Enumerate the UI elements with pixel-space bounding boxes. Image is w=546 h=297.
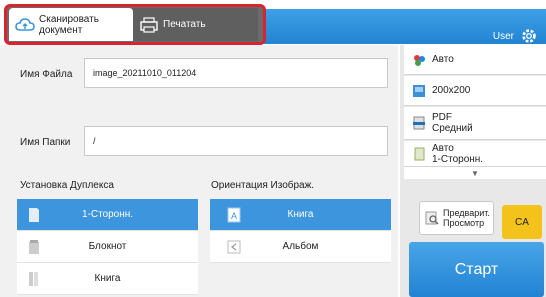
single-side-icon [29, 207, 39, 222]
preview-line2: Просмотр [443, 218, 485, 228]
color-mode-value: Авто [432, 54, 454, 65]
tab-print-label: Печатать [163, 19, 206, 30]
original-size-icon [414, 147, 425, 160]
svg-text:A: A [231, 211, 237, 221]
file-name-label: Имя Файла [20, 69, 73, 80]
chevron-down-icon: ▼ [471, 168, 479, 178]
color-mode-icon [414, 54, 425, 66]
more-settings-button[interactable]: ▼ [404, 167, 546, 179]
file-name-field[interactable]: image_20211010_011204 [84, 58, 388, 88]
duplex-option-one-sided[interactable]: 1-Сторонн. [17, 199, 198, 231]
preview-line1: Предварит. [443, 208, 490, 218]
orientation-option-portrait[interactable]: A Книга [210, 199, 391, 231]
landscape-a-icon [227, 240, 241, 253]
portrait-a-icon: A [227, 207, 241, 222]
color-mode-setting[interactable]: Авто [404, 45, 546, 75]
folder-name-field[interactable]: / [84, 126, 388, 156]
clear-all-button[interactable]: CA [502, 205, 542, 239]
magnifier-icon [425, 211, 439, 225]
original-size-value: Авто 1-Сторонн. [432, 143, 483, 165]
start-button[interactable]: Старт [409, 242, 544, 297]
tab-scan-document[interactable]: Сканировать документ [9, 8, 133, 41]
book-icon [29, 271, 38, 286]
file-settings-form: Имя Файла image_20211010_011204 Имя Папк… [0, 45, 398, 175]
tab-scan-line1: Сканировать [39, 13, 99, 25]
cloud-scan-icon [15, 15, 35, 35]
duplex-option-book[interactable]: Книга [17, 263, 198, 295]
header-strip: User [262, 9, 546, 44]
preview-label: Предварит. Просмотр [443, 208, 490, 228]
duplex-option-label: 1-Сторонн. [81, 209, 134, 220]
folder-name-label: Имя Папки [20, 137, 71, 148]
tablet-icon [29, 239, 39, 254]
duplex-option-tablet[interactable]: Блокнот [17, 231, 198, 263]
orientation-option-landscape[interactable]: Альбом [210, 231, 391, 263]
original-size-line2: 1-Сторонн. [432, 153, 484, 165]
tab-print[interactable]: Печатать [133, 8, 258, 41]
file-format-quality: Средний [432, 123, 473, 134]
file-format-icon [413, 116, 425, 130]
top-bar: User Сканировать документ Печатать [0, 0, 546, 45]
scan-options: Установка Дуплекса 1-Сторонн. Блокнот Кн… [0, 175, 398, 297]
file-format-type: PDF [432, 112, 452, 123]
original-size-setting[interactable]: Авто 1-Сторонн. [404, 141, 546, 167]
gear-icon[interactable] [520, 27, 538, 45]
duplex-option-label: Блокнот [88, 241, 127, 252]
file-format-value: PDF Средний [432, 112, 473, 134]
resolution-value: 200x200 [432, 85, 471, 96]
duplex-option-label: Книга [94, 273, 121, 284]
preview-button[interactable]: Предварит. Просмотр [419, 201, 494, 235]
original-size-line1: Авто [432, 142, 454, 154]
resolution-icon [413, 84, 425, 97]
duplex-title: Установка Дуплекса [20, 180, 114, 191]
resolution-setting[interactable]: 200x200 [404, 76, 546, 106]
file-format-setting[interactable]: PDF Средний [404, 107, 546, 140]
user-label[interactable]: User [493, 31, 514, 42]
tab-scan-label: Сканировать документ [39, 14, 99, 36]
tab-scan-line2: документ [39, 24, 83, 36]
orientation-title: Ориентация Изображ. [211, 180, 315, 191]
printer-icon [139, 15, 159, 35]
